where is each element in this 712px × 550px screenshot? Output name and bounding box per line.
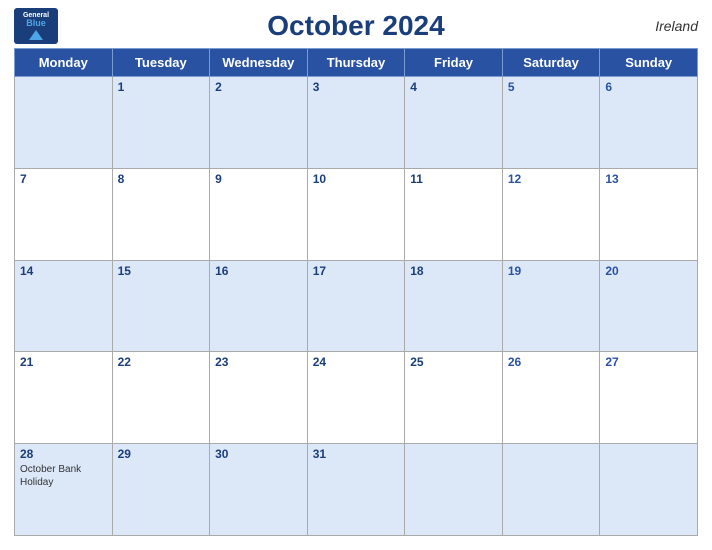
days-of-week-row: Monday Tuesday Wednesday Thursday Friday… bbox=[15, 49, 698, 77]
day-number: 29 bbox=[118, 447, 205, 461]
week-row-5: 28 October Bank Holiday 29 30 31 bbox=[15, 444, 698, 536]
day-cell bbox=[502, 444, 600, 536]
day-number: 3 bbox=[313, 80, 400, 94]
col-saturday: Saturday bbox=[502, 49, 600, 77]
day-cell: 19 bbox=[502, 260, 600, 352]
day-number: 22 bbox=[118, 355, 205, 369]
day-cell: 24 bbox=[307, 352, 405, 444]
country-label: Ireland bbox=[655, 18, 698, 34]
day-cell: 5 bbox=[502, 77, 600, 169]
day-number: 7 bbox=[20, 172, 107, 186]
day-cell: 20 bbox=[600, 260, 698, 352]
week-row-1: 123456 bbox=[15, 77, 698, 169]
day-cell: 17 bbox=[307, 260, 405, 352]
holiday-label: October Bank Holiday bbox=[20, 463, 107, 489]
day-cell: 18 bbox=[405, 260, 503, 352]
day-cell: 22 bbox=[112, 352, 210, 444]
logo-box: General Blue bbox=[14, 8, 58, 44]
day-number: 27 bbox=[605, 355, 692, 369]
month-year-title: October 2024 bbox=[267, 10, 444, 42]
day-number: 23 bbox=[215, 355, 302, 369]
col-friday: Friday bbox=[405, 49, 503, 77]
day-cell: 8 bbox=[112, 168, 210, 260]
day-number: 24 bbox=[313, 355, 400, 369]
day-number: 31 bbox=[313, 447, 400, 461]
logo-blue: Blue bbox=[26, 19, 46, 29]
day-number: 15 bbox=[118, 264, 205, 278]
day-cell bbox=[405, 444, 503, 536]
day-cell: 29 bbox=[112, 444, 210, 536]
col-tuesday: Tuesday bbox=[112, 49, 210, 77]
title-block: October 2024 bbox=[267, 10, 444, 42]
day-cell: 11 bbox=[405, 168, 503, 260]
day-number: 11 bbox=[410, 172, 497, 186]
day-cell: 23 bbox=[210, 352, 308, 444]
logo: General Blue bbox=[14, 8, 58, 44]
calendar-header: General Blue October 2024 Ireland bbox=[14, 10, 698, 42]
day-number: 14 bbox=[20, 264, 107, 278]
day-number: 18 bbox=[410, 264, 497, 278]
day-number: 5 bbox=[508, 80, 595, 94]
day-cell: 31 bbox=[307, 444, 405, 536]
week-row-3: 14 15 16 17 18 19 20 bbox=[15, 260, 698, 352]
day-cell: 7 bbox=[15, 168, 113, 260]
day-cell: 25 bbox=[405, 352, 503, 444]
day-number: 17 bbox=[313, 264, 400, 278]
day-number: 2 bbox=[215, 80, 302, 94]
col-wednesday: Wednesday bbox=[210, 49, 308, 77]
day-cell: 6 bbox=[600, 77, 698, 169]
day-cell: 16 bbox=[210, 260, 308, 352]
day-number: 16 bbox=[215, 264, 302, 278]
day-number: 6 bbox=[605, 80, 692, 94]
day-cell bbox=[600, 444, 698, 536]
day-cell: 21 bbox=[15, 352, 113, 444]
day-cell: 10 bbox=[307, 168, 405, 260]
day-cell: 4 bbox=[405, 77, 503, 169]
day-cell: 14 bbox=[15, 260, 113, 352]
day-cell: 1 bbox=[112, 77, 210, 169]
col-sunday: Sunday bbox=[600, 49, 698, 77]
day-number: 20 bbox=[605, 264, 692, 278]
calendar-table: Monday Tuesday Wednesday Thursday Friday… bbox=[14, 48, 698, 536]
calendar-wrapper: General Blue October 2024 Ireland Monday… bbox=[0, 0, 712, 550]
day-number: 26 bbox=[508, 355, 595, 369]
day-cell: 27 bbox=[600, 352, 698, 444]
day-cell: 3 bbox=[307, 77, 405, 169]
day-number: 13 bbox=[605, 172, 692, 186]
day-number: 19 bbox=[508, 264, 595, 278]
col-thursday: Thursday bbox=[307, 49, 405, 77]
day-number: 30 bbox=[215, 447, 302, 461]
day-cell: 15 bbox=[112, 260, 210, 352]
day-number: 1 bbox=[118, 80, 205, 94]
day-number: 12 bbox=[508, 172, 595, 186]
day-number: 10 bbox=[313, 172, 400, 186]
day-cell: 9 bbox=[210, 168, 308, 260]
day-number: 25 bbox=[410, 355, 497, 369]
day-cell bbox=[15, 77, 113, 169]
logo-mountain-icon bbox=[29, 30, 43, 40]
week-row-2: 789 10 11 12 13 bbox=[15, 168, 698, 260]
day-number: 9 bbox=[215, 172, 302, 186]
day-cell: 28 October Bank Holiday bbox=[15, 444, 113, 536]
day-cell: 30 bbox=[210, 444, 308, 536]
day-number: 8 bbox=[118, 172, 205, 186]
week-row-4: 21 22 23 24 25 26 27 bbox=[15, 352, 698, 444]
day-cell: 13 bbox=[600, 168, 698, 260]
day-number: 4 bbox=[410, 80, 497, 94]
day-cell: 12 bbox=[502, 168, 600, 260]
day-number: 28 bbox=[20, 447, 107, 461]
col-monday: Monday bbox=[15, 49, 113, 77]
day-cell: 26 bbox=[502, 352, 600, 444]
day-number: 21 bbox=[20, 355, 107, 369]
day-cell: 2 bbox=[210, 77, 308, 169]
